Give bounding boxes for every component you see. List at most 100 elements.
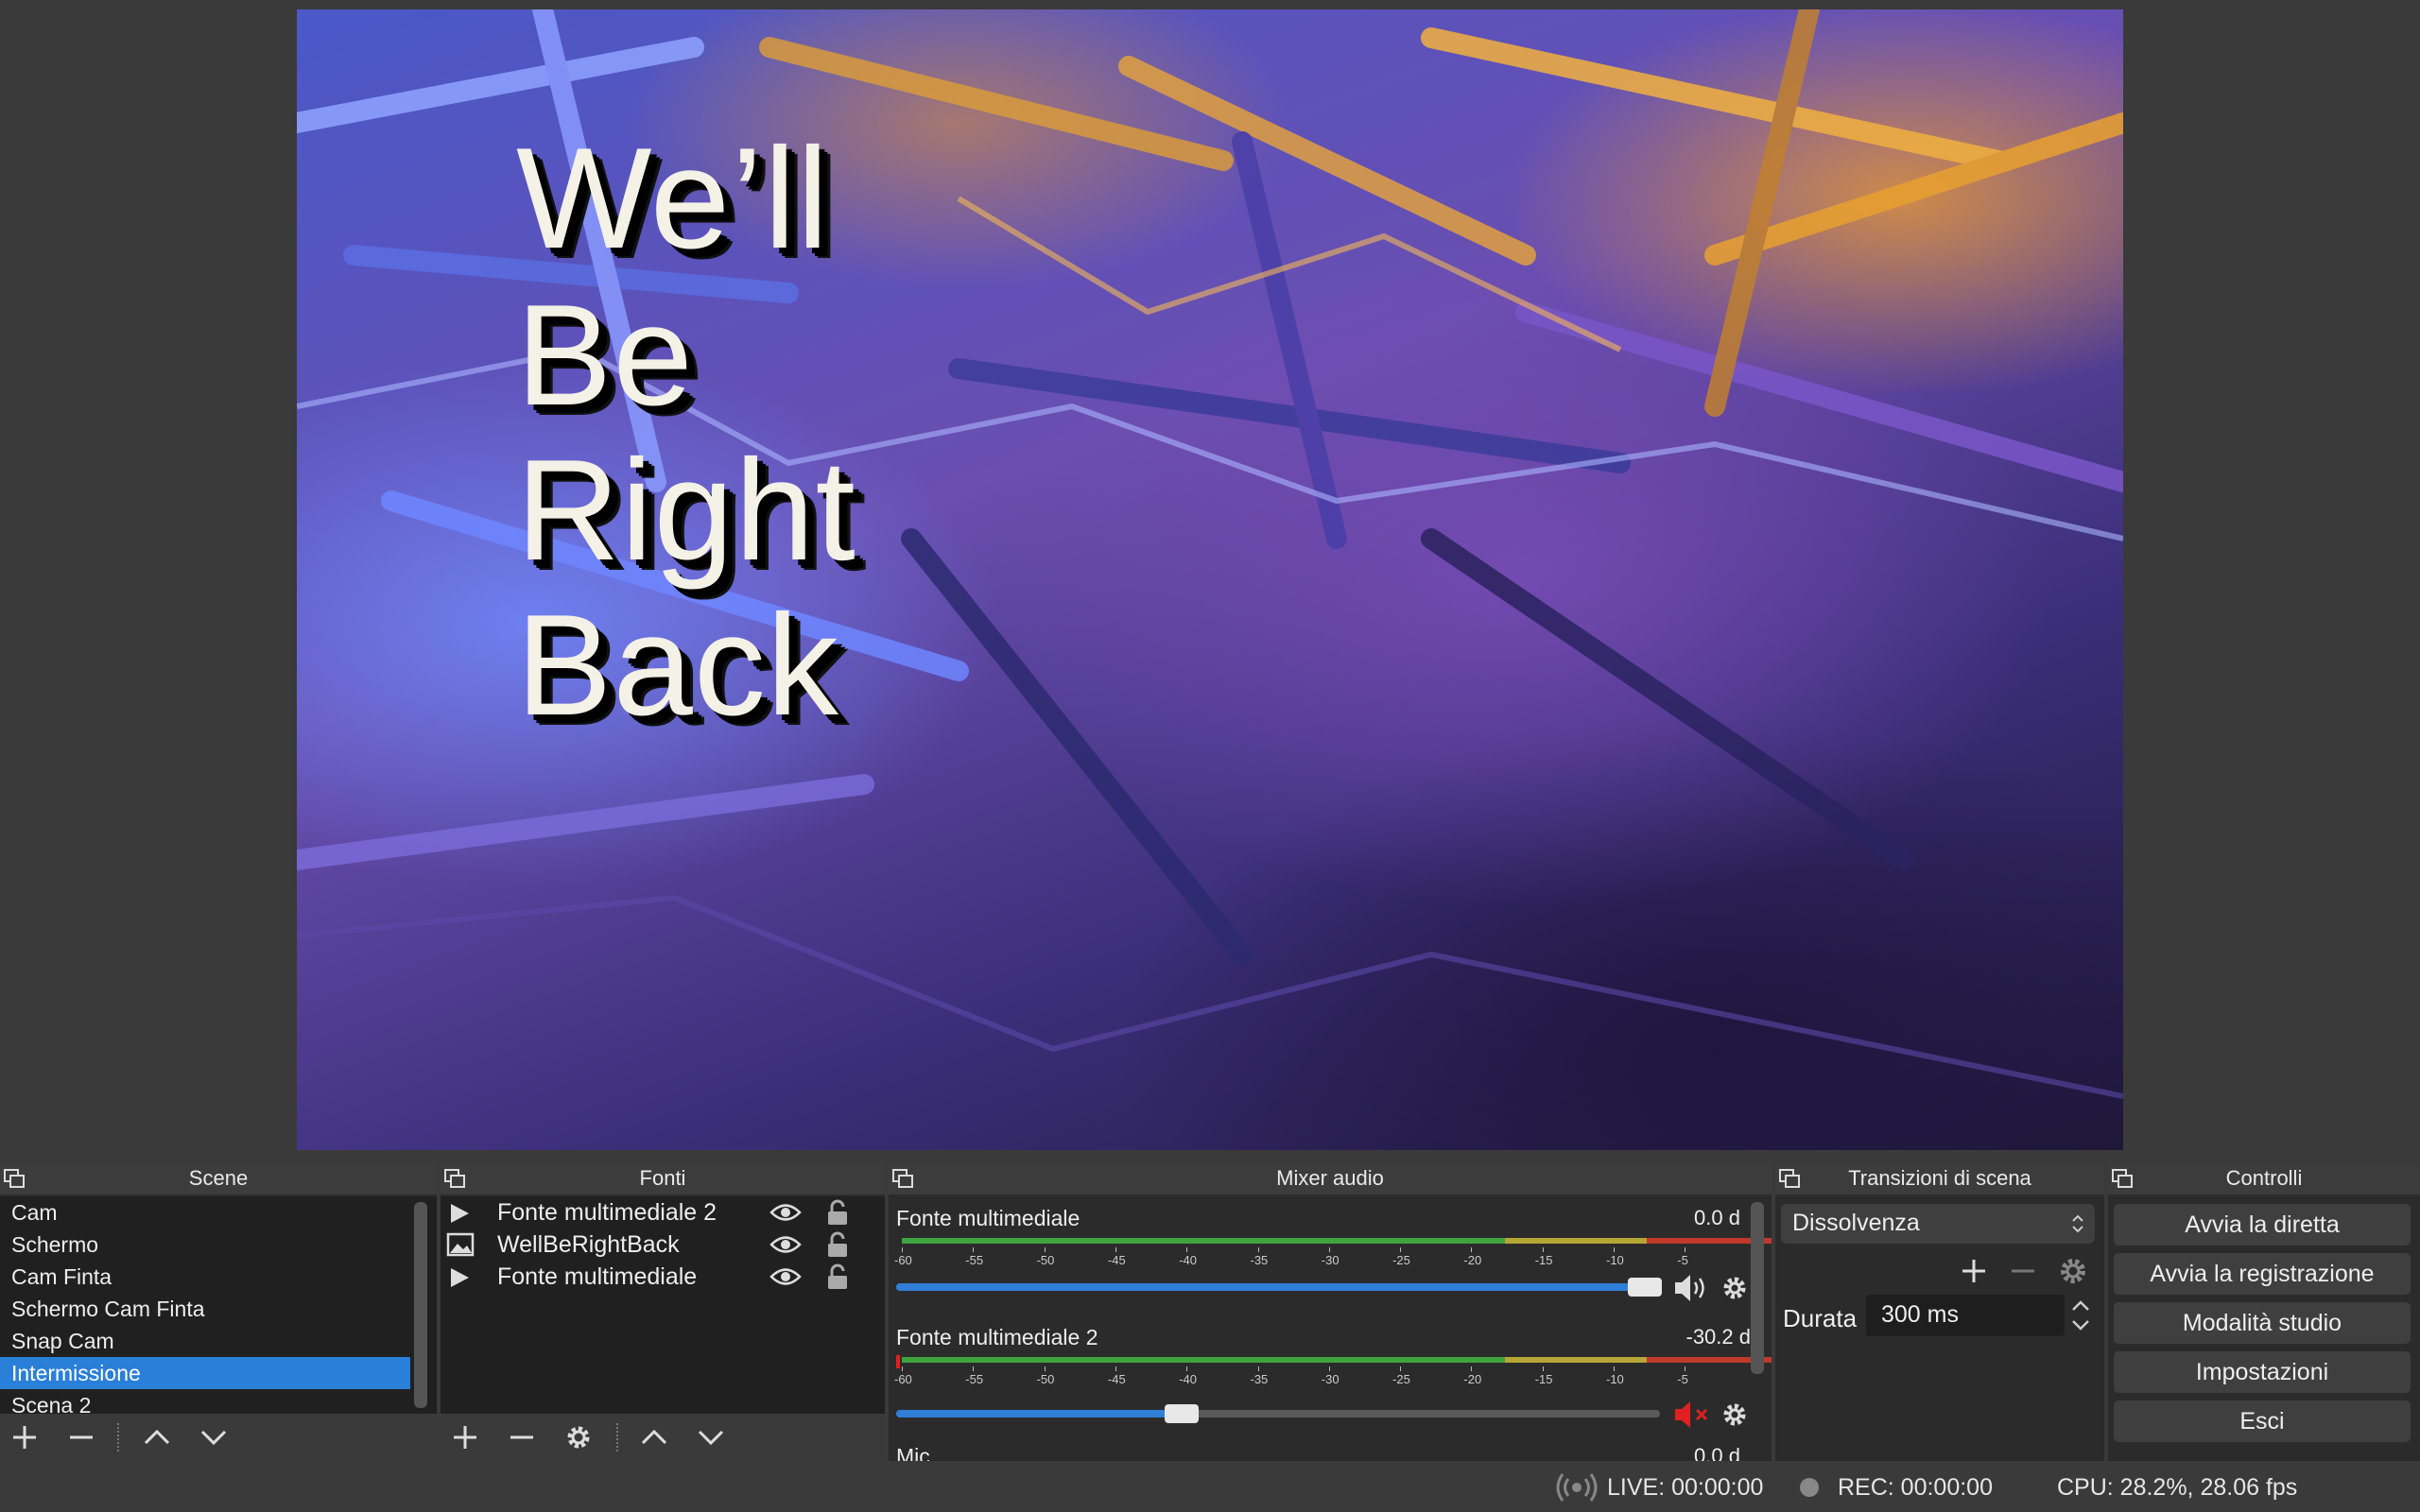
db-tick-label: -35: [1250, 1372, 1269, 1386]
settings-button[interactable]: Impostazioni: [2114, 1351, 2411, 1393]
move-source-up-button[interactable]: [637, 1421, 671, 1453]
db-tick-label: -20: [1463, 1372, 1482, 1386]
speaker-muted-icon[interactable]: [1673, 1399, 1713, 1431]
db-tick-mark: [1614, 1247, 1615, 1252]
undock-icon[interactable]: [2112, 1169, 2133, 1188]
source-name: Fonte multimediale 2: [497, 1199, 717, 1226]
db-tick-mark: [1542, 1247, 1544, 1252]
mixer-scrollbar[interactable]: [1751, 1202, 1764, 1374]
db-tick-label: -40: [1179, 1253, 1197, 1267]
add-transition-button[interactable]: [1957, 1255, 1991, 1287]
db-tick-mark: [1471, 1247, 1473, 1252]
db-tick-mark: [1400, 1366, 1402, 1371]
studio-mode-button[interactable]: Modalità studio: [2114, 1302, 2411, 1344]
scene-list-scrollbar[interactable]: [414, 1202, 427, 1408]
updown-chevron-icon: [2072, 1214, 2083, 1233]
media-play-icon: [451, 1268, 469, 1287]
scene-item[interactable]: Schermo Cam Finta: [0, 1293, 410, 1325]
db-tick-mark: [1186, 1366, 1188, 1371]
rec-timer: REC: 00:00:00: [1838, 1474, 1993, 1501]
lock-icon[interactable]: [826, 1231, 849, 1258]
remove-transition-button[interactable]: [2006, 1255, 2040, 1287]
remove-scene-button[interactable]: [64, 1421, 98, 1453]
broadcast-icon: [1556, 1473, 1598, 1502]
scene-list[interactable]: Cam Schermo Cam Finta Schermo Cam Finta …: [0, 1196, 437, 1414]
transition-properties-gear-icon[interactable]: [2057, 1255, 2089, 1287]
mixer-channel-db: -30.2 d: [1685, 1325, 1752, 1349]
db-tick-mark: [1257, 1366, 1259, 1371]
db-tick-mark: [1328, 1366, 1330, 1371]
start-streaming-button[interactable]: Avvia la diretta: [2114, 1204, 2411, 1246]
db-tick-label: -50: [1036, 1253, 1055, 1267]
volume-slider-fill: [896, 1283, 1639, 1291]
source-item[interactable]: Fonte multimediale 2: [441, 1196, 875, 1228]
start-recording-button[interactable]: Avvia la registrazione: [2114, 1253, 2411, 1295]
controls-title: Controlli: [2225, 1166, 2303, 1190]
program-preview[interactable]: We’ll Be Right Back: [297, 9, 2123, 1150]
source-list[interactable]: Fonte multimediale 2 WellBeRightBack Fon…: [441, 1196, 885, 1414]
remove-source-button[interactable]: [505, 1421, 539, 1453]
scene-item[interactable]: Scena 2: [0, 1389, 410, 1414]
toolbar-separator: [117, 1423, 119, 1452]
undock-icon[interactable]: [444, 1169, 465, 1188]
duration-input[interactable]: 300 ms: [1866, 1295, 2065, 1336]
undock-icon[interactable]: [892, 1169, 913, 1188]
source-properties-gear-icon[interactable]: [562, 1421, 596, 1453]
speaker-icon[interactable]: [1673, 1272, 1711, 1304]
transition-select[interactable]: Dissolvenza: [1781, 1204, 2095, 1244]
duration-stepper[interactable]: [2066, 1295, 2095, 1336]
move-scene-up-button[interactable]: [140, 1421, 174, 1453]
db-tick-label: -10: [1606, 1372, 1624, 1386]
scenes-dock: Scene Cam Schermo Cam Finta Schermo Cam …: [0, 1162, 437, 1461]
db-tick-label: -25: [1392, 1253, 1410, 1267]
source-item[interactable]: WellBeRightBack: [441, 1228, 875, 1261]
add-source-button[interactable]: [448, 1421, 482, 1453]
record-dot-icon: [1800, 1478, 1819, 1497]
source-name: WellBeRightBack: [497, 1231, 680, 1258]
scenes-toolbar: [0, 1414, 437, 1461]
volume-slider-handle[interactable]: [1165, 1404, 1199, 1423]
db-tick-label: -30: [1321, 1253, 1340, 1267]
db-tick-mark: [1328, 1247, 1330, 1252]
db-tick-mark: [1471, 1366, 1473, 1371]
channel-settings-gear-icon[interactable]: [1720, 1400, 1749, 1429]
visibility-eye-icon[interactable]: [769, 1234, 802, 1255]
scene-item[interactable]: Schermo: [0, 1228, 410, 1261]
controls-dock-header: Controlli: [2108, 1162, 2420, 1194]
transitions-body: Dissolvenza Durata 300 ms: [1775, 1196, 2104, 1461]
source-item[interactable]: Fonte multimediale: [441, 1261, 875, 1293]
sources-dock: Fonti Fonte multimediale 2 WellBeRightBa…: [441, 1162, 885, 1461]
mixer-dock-header: Mixer audio: [889, 1162, 1772, 1194]
mixer-title: Mixer audio: [1276, 1166, 1384, 1190]
undock-icon[interactable]: [4, 1169, 25, 1188]
db-tick-label: -5: [1677, 1253, 1688, 1267]
move-source-down-button[interactable]: [694, 1421, 728, 1453]
mixer-channel-db: 0.0 d: [1694, 1444, 1740, 1461]
scene-item[interactable]: Cam: [0, 1196, 410, 1228]
move-scene-down-button[interactable]: [197, 1421, 231, 1453]
scene-item[interactable]: Cam Finta: [0, 1261, 410, 1293]
mixer-channel-name: Fonte multimediale: [896, 1206, 1080, 1230]
undock-icon[interactable]: [1779, 1169, 1800, 1188]
visibility-eye-icon[interactable]: [769, 1266, 802, 1287]
db-tick-label: -55: [965, 1372, 984, 1386]
lock-icon[interactable]: [826, 1263, 849, 1290]
image-icon: [446, 1232, 475, 1257]
exit-button[interactable]: Esci: [2114, 1400, 2411, 1442]
level-meter-bar: [902, 1357, 1772, 1363]
visibility-eye-icon[interactable]: [769, 1202, 802, 1223]
scene-item[interactable]: Snap Cam: [0, 1325, 410, 1357]
scenes-title: Scene: [188, 1166, 249, 1190]
volume-slider-handle[interactable]: [1628, 1278, 1662, 1297]
controls-dock: Controlli Avvia la diretta Avvia la regi…: [2108, 1162, 2420, 1461]
db-tick-mark: [1044, 1366, 1046, 1371]
media-play-icon: [451, 1204, 469, 1223]
transitions-title: Transizioni di scena: [1848, 1166, 2031, 1190]
sources-toolbar: [441, 1414, 885, 1461]
add-scene-button[interactable]: [8, 1421, 42, 1453]
lock-icon[interactable]: [826, 1199, 849, 1226]
controls-body: Avvia la diretta Avvia la registrazione …: [2108, 1196, 2420, 1461]
channel-settings-gear-icon[interactable]: [1720, 1274, 1749, 1302]
db-tick-mark: [973, 1247, 975, 1252]
scene-item-selected[interactable]: Intermissione: [0, 1357, 410, 1389]
